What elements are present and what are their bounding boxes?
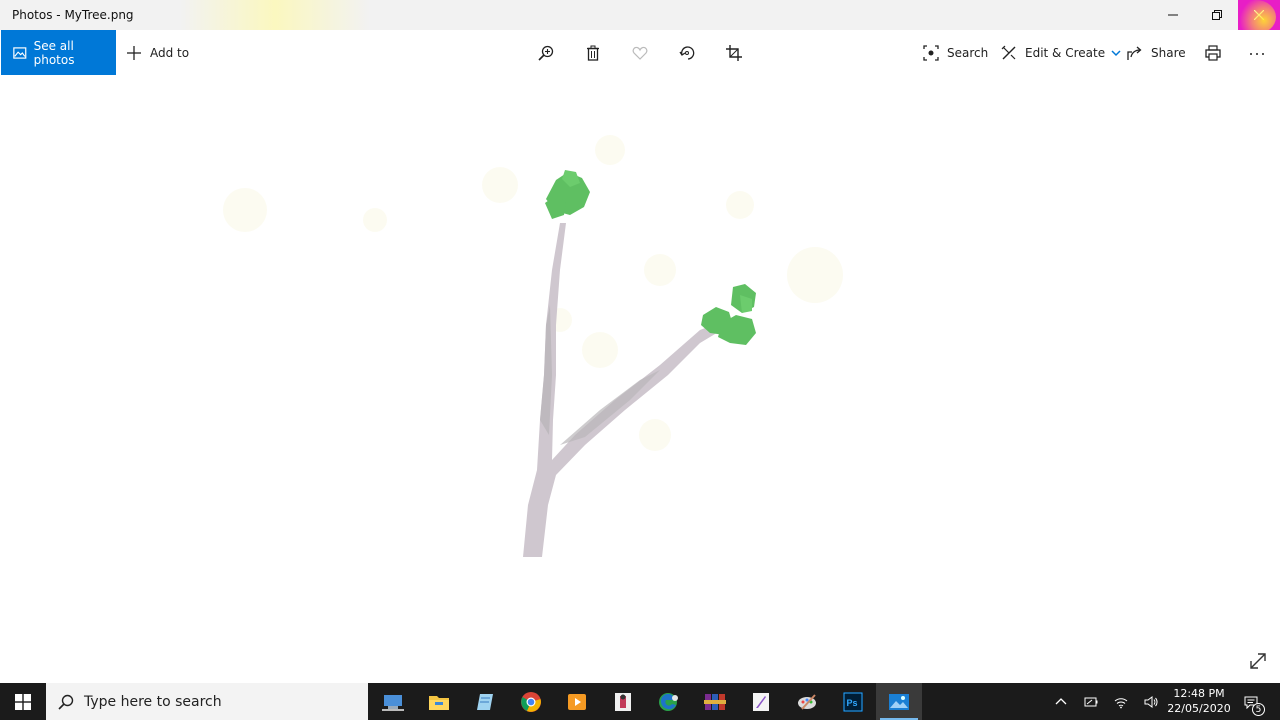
taskbar-app-network[interactable] <box>370 683 416 720</box>
close-icon <box>1254 10 1264 20</box>
leaf-cluster-top <box>545 170 590 219</box>
minimize-button[interactable] <box>1150 0 1196 30</box>
clock-date: 22/05/2020 <box>1167 702 1231 715</box>
title-bar-glare <box>180 0 370 30</box>
search-icon <box>58 694 74 710</box>
wifi-status[interactable] <box>1110 683 1132 720</box>
photo-icon <box>13 46 27 59</box>
clock-time: 12:48 PM <box>1173 687 1225 700</box>
more-icon <box>1250 52 1264 55</box>
taskbar-app-file-explorer[interactable] <box>416 683 462 720</box>
battery-status[interactable] <box>1080 683 1102 720</box>
search-button[interactable]: Search <box>923 30 988 75</box>
favorite-button[interactable] <box>632 30 648 75</box>
visual-search-icon <box>923 44 939 61</box>
close-button[interactable] <box>1238 0 1280 30</box>
share-icon <box>1127 46 1142 60</box>
taskbar-app-notepad[interactable] <box>462 683 508 720</box>
image-viewer[interactable] <box>0 75 1280 683</box>
svg-text:Ps: Ps <box>847 698 858 708</box>
edge-icon <box>659 692 678 711</box>
search-label: Search <box>947 45 989 60</box>
taskbar-app-media-player[interactable] <box>554 683 600 720</box>
taskbar-app-photoshop[interactable]: Ps <box>830 683 876 720</box>
taskbar-app-photos[interactable] <box>876 683 922 720</box>
file-explorer-icon <box>429 695 449 710</box>
network-app-icon <box>382 694 404 711</box>
taskbar-app-edge[interactable] <box>646 683 692 720</box>
chevron-down-icon <box>1111 49 1121 56</box>
windows-logo-icon <box>15 693 31 710</box>
wifi-icon <box>1114 697 1128 708</box>
notepad-icon <box>477 693 493 710</box>
tree-image <box>223 135 843 557</box>
battery-icon <box>1084 697 1098 706</box>
taskbar-app-paint[interactable] <box>784 683 830 720</box>
share-label: Share <box>1151 45 1186 60</box>
share-button[interactable]: Share <box>1127 30 1186 75</box>
crop-icon <box>726 44 742 61</box>
taskbar-search-box[interactable]: Type here to search <box>46 683 368 720</box>
edit-create-button[interactable]: Edit & Create <box>1001 30 1121 75</box>
delete-button[interactable] <box>585 30 601 75</box>
add-to-button[interactable]: Add to <box>126 30 189 75</box>
taskbar-app-document[interactable] <box>600 683 646 720</box>
paint-icon <box>798 693 816 710</box>
taskbar-app-inkscape[interactable] <box>738 683 784 720</box>
taskbar-app-chrome[interactable] <box>508 683 554 720</box>
edit-create-icon <box>1001 45 1016 59</box>
print-button[interactable] <box>1205 30 1221 75</box>
taskbar: Type here to search Ps 12:48 PM 22/05/20… <box>0 683 1280 720</box>
chrome-icon <box>521 691 541 712</box>
photoshop-icon: Ps <box>843 691 863 712</box>
more-options-button[interactable] <box>1249 30 1265 75</box>
restore-button[interactable] <box>1194 0 1240 30</box>
fullscreen-expand-icon[interactable] <box>1248 651 1268 671</box>
trash-icon <box>587 45 599 61</box>
start-button[interactable] <box>0 683 46 720</box>
edit-create-label: Edit & Create <box>1025 45 1106 60</box>
speaker-icon <box>1144 695 1158 708</box>
photos-toolbar: See all photos Add to Search Edit & Crea… <box>0 30 1280 75</box>
system-clock[interactable]: 12:48 PM 22/05/2020 <box>1166 686 1232 716</box>
inkscape-icon <box>753 692 769 711</box>
zoom-in-icon <box>538 45 554 61</box>
window-title: Photos - MyTree.png <box>12 8 134 22</box>
minimize-icon <box>1168 14 1178 16</box>
notification-count-badge: 5 <box>1252 703 1265 716</box>
show-hidden-icons-button[interactable] <box>1050 683 1072 720</box>
see-all-photos-button[interactable]: See all photos <box>1 30 116 75</box>
chevron-up-icon <box>1055 697 1067 704</box>
rotate-button[interactable] <box>679 30 695 75</box>
title-bar: Photos - MyTree.png <box>0 0 1280 34</box>
printer-icon <box>1205 44 1221 61</box>
taskbar-app-winrar[interactable] <box>692 683 738 720</box>
winrar-icon <box>704 693 726 710</box>
taskbar-search-placeholder: Type here to search <box>84 693 222 710</box>
heart-icon <box>632 46 648 60</box>
volume-control[interactable] <box>1140 683 1162 720</box>
add-to-label: Add to <box>150 45 190 60</box>
zoom-button[interactable] <box>538 30 554 75</box>
see-all-photos-label: See all photos <box>33 38 75 67</box>
restore-icon <box>1212 10 1222 20</box>
rotate-icon <box>679 45 695 60</box>
document-icon <box>615 692 631 711</box>
photos-icon <box>889 693 909 710</box>
plus-icon <box>127 45 141 60</box>
media-player-icon <box>568 693 586 710</box>
crop-button[interactable] <box>726 30 742 75</box>
tree-trunk <box>523 223 720 557</box>
